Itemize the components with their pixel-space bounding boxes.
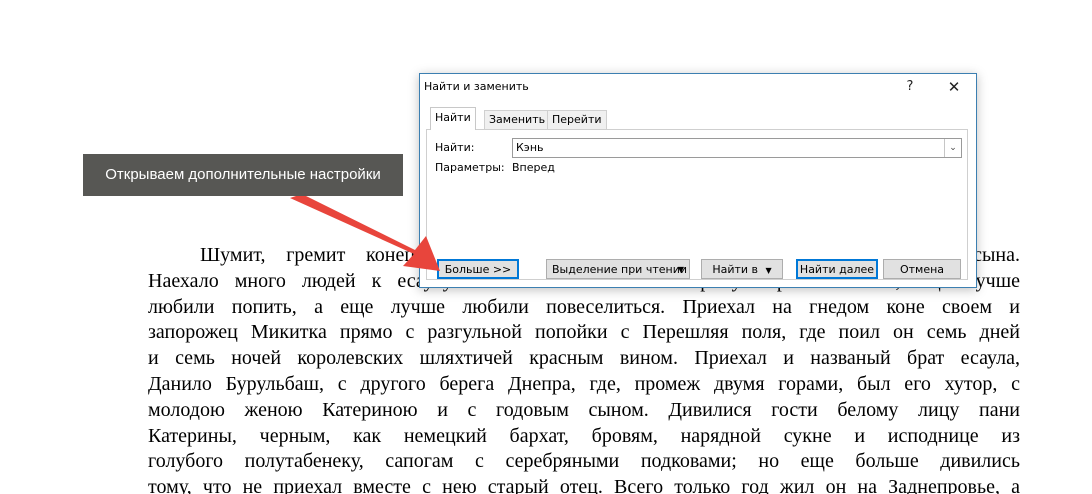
tab-find[interactable]: Найти [430, 107, 476, 130]
callout-box: Открываем дополнительные настройки [83, 154, 403, 196]
callout-text: Открываем дополнительные настройки [105, 166, 381, 183]
callout-arrow-shape [290, 194, 440, 271]
callout-arrow [290, 194, 440, 271]
